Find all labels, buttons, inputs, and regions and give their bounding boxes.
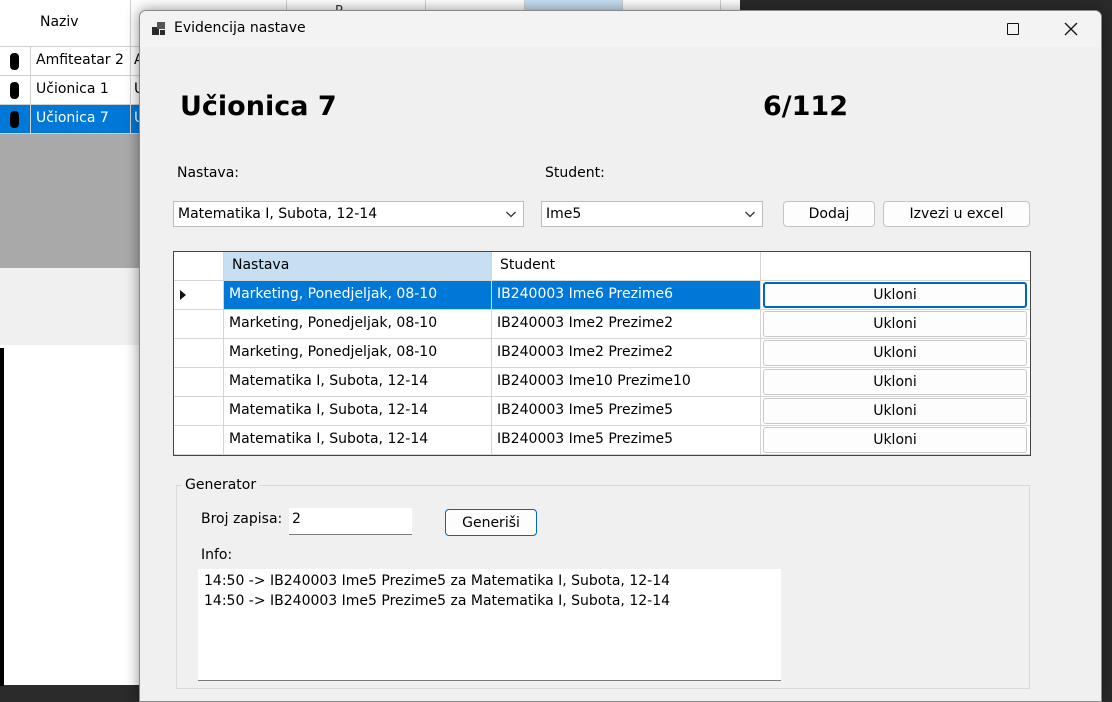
table-row[interactable]: Marketing, Ponedjeljak, 08-10 IB240003 I… <box>174 281 1030 310</box>
table-row[interactable]: Matematika I, Subota, 12-14 IB240003 Ime… <box>174 368 1030 397</box>
background-row[interactable]: Amfiteatar 2 A <box>0 47 144 76</box>
info-line: 14:50 -> IB240003 Ime5 Prezime5 za Matem… <box>204 573 671 589</box>
row-indicator-icon <box>10 82 19 99</box>
row-header[interactable] <box>174 281 224 309</box>
ukloni-button[interactable]: Ukloni <box>763 427 1027 453</box>
info-textbox[interactable]: 14:50 -> IB240003 Ime5 Prezime5 za Matem… <box>198 569 781 681</box>
cell-student[interactable]: IB240003 Ime6 Prezime6 <box>492 281 761 309</box>
cell-student[interactable]: IB240003 Ime5 Prezime5 <box>492 426 761 454</box>
table-row[interactable]: Marketing, Ponedjeljak, 08-10 IB240003 I… <box>174 310 1030 339</box>
cell-action: Ukloni <box>761 368 1030 396</box>
background-row-selected[interactable]: Učionica 7 U <box>0 105 144 134</box>
table-row[interactable]: Matematika I, Subota, 12-14 IB240003 Ime… <box>174 426 1030 455</box>
cell-nastava[interactable]: Marketing, Ponedjeljak, 08-10 <box>224 281 492 309</box>
minimize-button[interactable] <box>926 11 984 47</box>
cell-action: Ukloni <box>761 397 1030 425</box>
column-divider <box>130 0 131 46</box>
window-title: Evidencija nastave <box>174 20 306 36</box>
grid-header-student[interactable]: Student <box>492 252 761 280</box>
info-label: Info: <box>201 547 233 563</box>
grid-header-corner[interactable] <box>174 252 224 280</box>
grid-header-nastava[interactable]: Nastava <box>224 252 492 280</box>
grid-header-action[interactable] <box>761 252 1030 280</box>
cell-nastava[interactable]: Matematika I, Subota, 12-14 <box>224 368 492 396</box>
record-count: 6/112 <box>763 91 849 122</box>
cell-student[interactable]: IB240003 Ime2 Prezime2 <box>492 310 761 338</box>
background-header-naziv[interactable]: Naziv <box>40 14 79 30</box>
chevron-down-icon <box>506 211 516 218</box>
broj-zapisa-value: 2 <box>292 511 301 527</box>
row-header[interactable] <box>174 426 224 454</box>
background-lower-panel <box>0 345 140 685</box>
background-row-name: Amfiteatar 2 <box>36 52 124 68</box>
row-indicator-icon <box>10 53 19 70</box>
cell-nastava[interactable]: Marketing, Ponedjeljak, 08-10 <box>224 310 492 338</box>
cell-action: Ukloni <box>761 426 1030 454</box>
student-combobox[interactable]: Ime5 <box>541 201 763 227</box>
grid-header-row: Nastava Student <box>174 252 1030 281</box>
close-icon <box>1064 22 1078 36</box>
nastava-label: Nastava: <box>177 165 239 181</box>
ukloni-button[interactable]: Ukloni <box>763 282 1027 308</box>
close-button[interactable] <box>1042 11 1100 47</box>
table-row[interactable]: Matematika I, Subota, 12-14 IB240003 Ime… <box>174 397 1030 426</box>
current-row-arrow-icon <box>180 290 186 300</box>
cell-action: Ukloni <box>761 310 1030 338</box>
broj-zapisa-label: Broj zapisa: <box>201 511 283 527</box>
chevron-down-icon <box>745 211 755 218</box>
row-header[interactable] <box>174 368 224 396</box>
dodaj-button[interactable]: Dodaj <box>783 201 875 227</box>
app-icon <box>152 22 166 36</box>
main-window: Evidencija nastave Učionica 7 6/112 Nast… <box>139 10 1102 702</box>
maximize-button[interactable] <box>984 11 1042 47</box>
table-row[interactable]: Marketing, Ponedjeljak, 08-10 IB240003 I… <box>174 339 1030 368</box>
cell-nastava[interactable]: Matematika I, Subota, 12-14 <box>224 397 492 425</box>
export-excel-button[interactable]: Izvezi u excel <box>883 201 1030 227</box>
nastava-combobox-value: Matematika I, Subota, 12-14 <box>178 206 378 222</box>
background-row-name: Učionica 7 <box>36 110 109 126</box>
title-bar[interactable]: Evidencija nastave <box>140 11 1101 47</box>
generator-group-title: Generator <box>182 477 260 493</box>
background-header-selected <box>525 0 622 10</box>
broj-zapisa-input[interactable]: 2 <box>289 508 412 535</box>
attendance-grid[interactable]: Nastava Student Marketing, Ponedjeljak, … <box>173 251 1031 456</box>
room-title: Učionica 7 <box>180 91 337 122</box>
info-line: 14:50 -> IB240003 Ime5 Prezime5 za Matem… <box>204 593 671 609</box>
background-lower-border <box>0 348 4 686</box>
row-indicator-icon <box>10 111 19 128</box>
background-row-name: Učionica 1 <box>36 81 109 97</box>
student-label: Student: <box>545 165 605 181</box>
row-header[interactable] <box>174 339 224 367</box>
nastava-combobox[interactable]: Matematika I, Subota, 12-14 <box>173 201 524 227</box>
cell-nastava[interactable]: Marketing, Ponedjeljak, 08-10 <box>224 339 492 367</box>
background-row[interactable]: Učionica 1 U <box>0 76 144 105</box>
generisi-button[interactable]: Generiši <box>445 509 537 536</box>
cell-action: Ukloni <box>761 339 1030 367</box>
cell-nastava[interactable]: Matematika I, Subota, 12-14 <box>224 426 492 454</box>
row-header-divider <box>30 46 31 133</box>
row-header[interactable] <box>174 310 224 338</box>
cell-student[interactable]: IB240003 Ime10 Prezime10 <box>492 368 761 396</box>
row-header[interactable] <box>174 397 224 425</box>
student-combobox-value: Ime5 <box>546 206 582 222</box>
ukloni-button[interactable]: Ukloni <box>763 340 1027 366</box>
ukloni-button[interactable]: Ukloni <box>763 369 1027 395</box>
cell-student[interactable]: IB240003 Ime5 Prezime5 <box>492 397 761 425</box>
cell-action: Ukloni <box>761 281 1030 309</box>
ukloni-button[interactable]: Ukloni <box>763 311 1027 337</box>
ukloni-button[interactable]: Ukloni <box>763 398 1027 424</box>
cell-student[interactable]: IB240003 Ime2 Prezime2 <box>492 339 761 367</box>
maximize-icon <box>1007 23 1019 35</box>
